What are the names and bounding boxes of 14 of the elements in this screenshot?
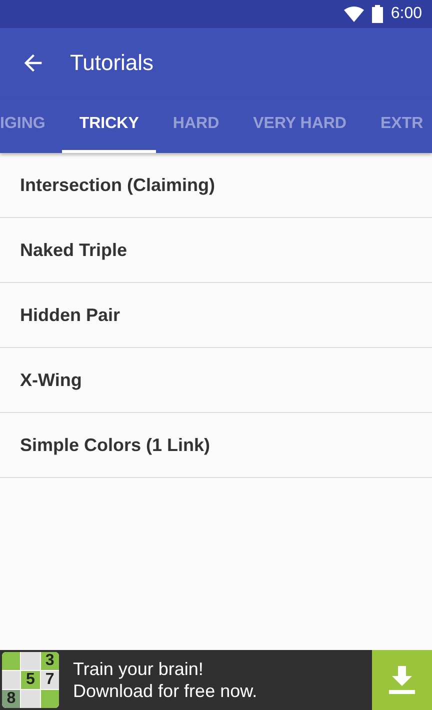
sudoku-grid-icon: 3 5 7 8 — [2, 652, 59, 708]
toolbar-title: Tutorials — [70, 50, 154, 76]
wifi-icon — [344, 6, 364, 22]
clock: 6:00 — [390, 5, 422, 23]
tutorial-item[interactable]: Simple Colors (1 Link) — [0, 413, 432, 478]
tutorial-item[interactable]: Intersection (Claiming) — [0, 153, 432, 218]
tutorial-item[interactable]: Hidden Pair — [0, 283, 432, 348]
battery-icon — [372, 5, 383, 23]
tab[interactable]: TRICKY — [62, 98, 156, 153]
tutorial-item[interactable]: X-Wing — [0, 348, 432, 413]
ad-text: Train your brain! — [73, 658, 204, 680]
ad-text: Download for free now. — [73, 680, 258, 702]
download-icon — [389, 666, 415, 694]
tutorial-item[interactable]: Naked Triple — [0, 218, 432, 283]
